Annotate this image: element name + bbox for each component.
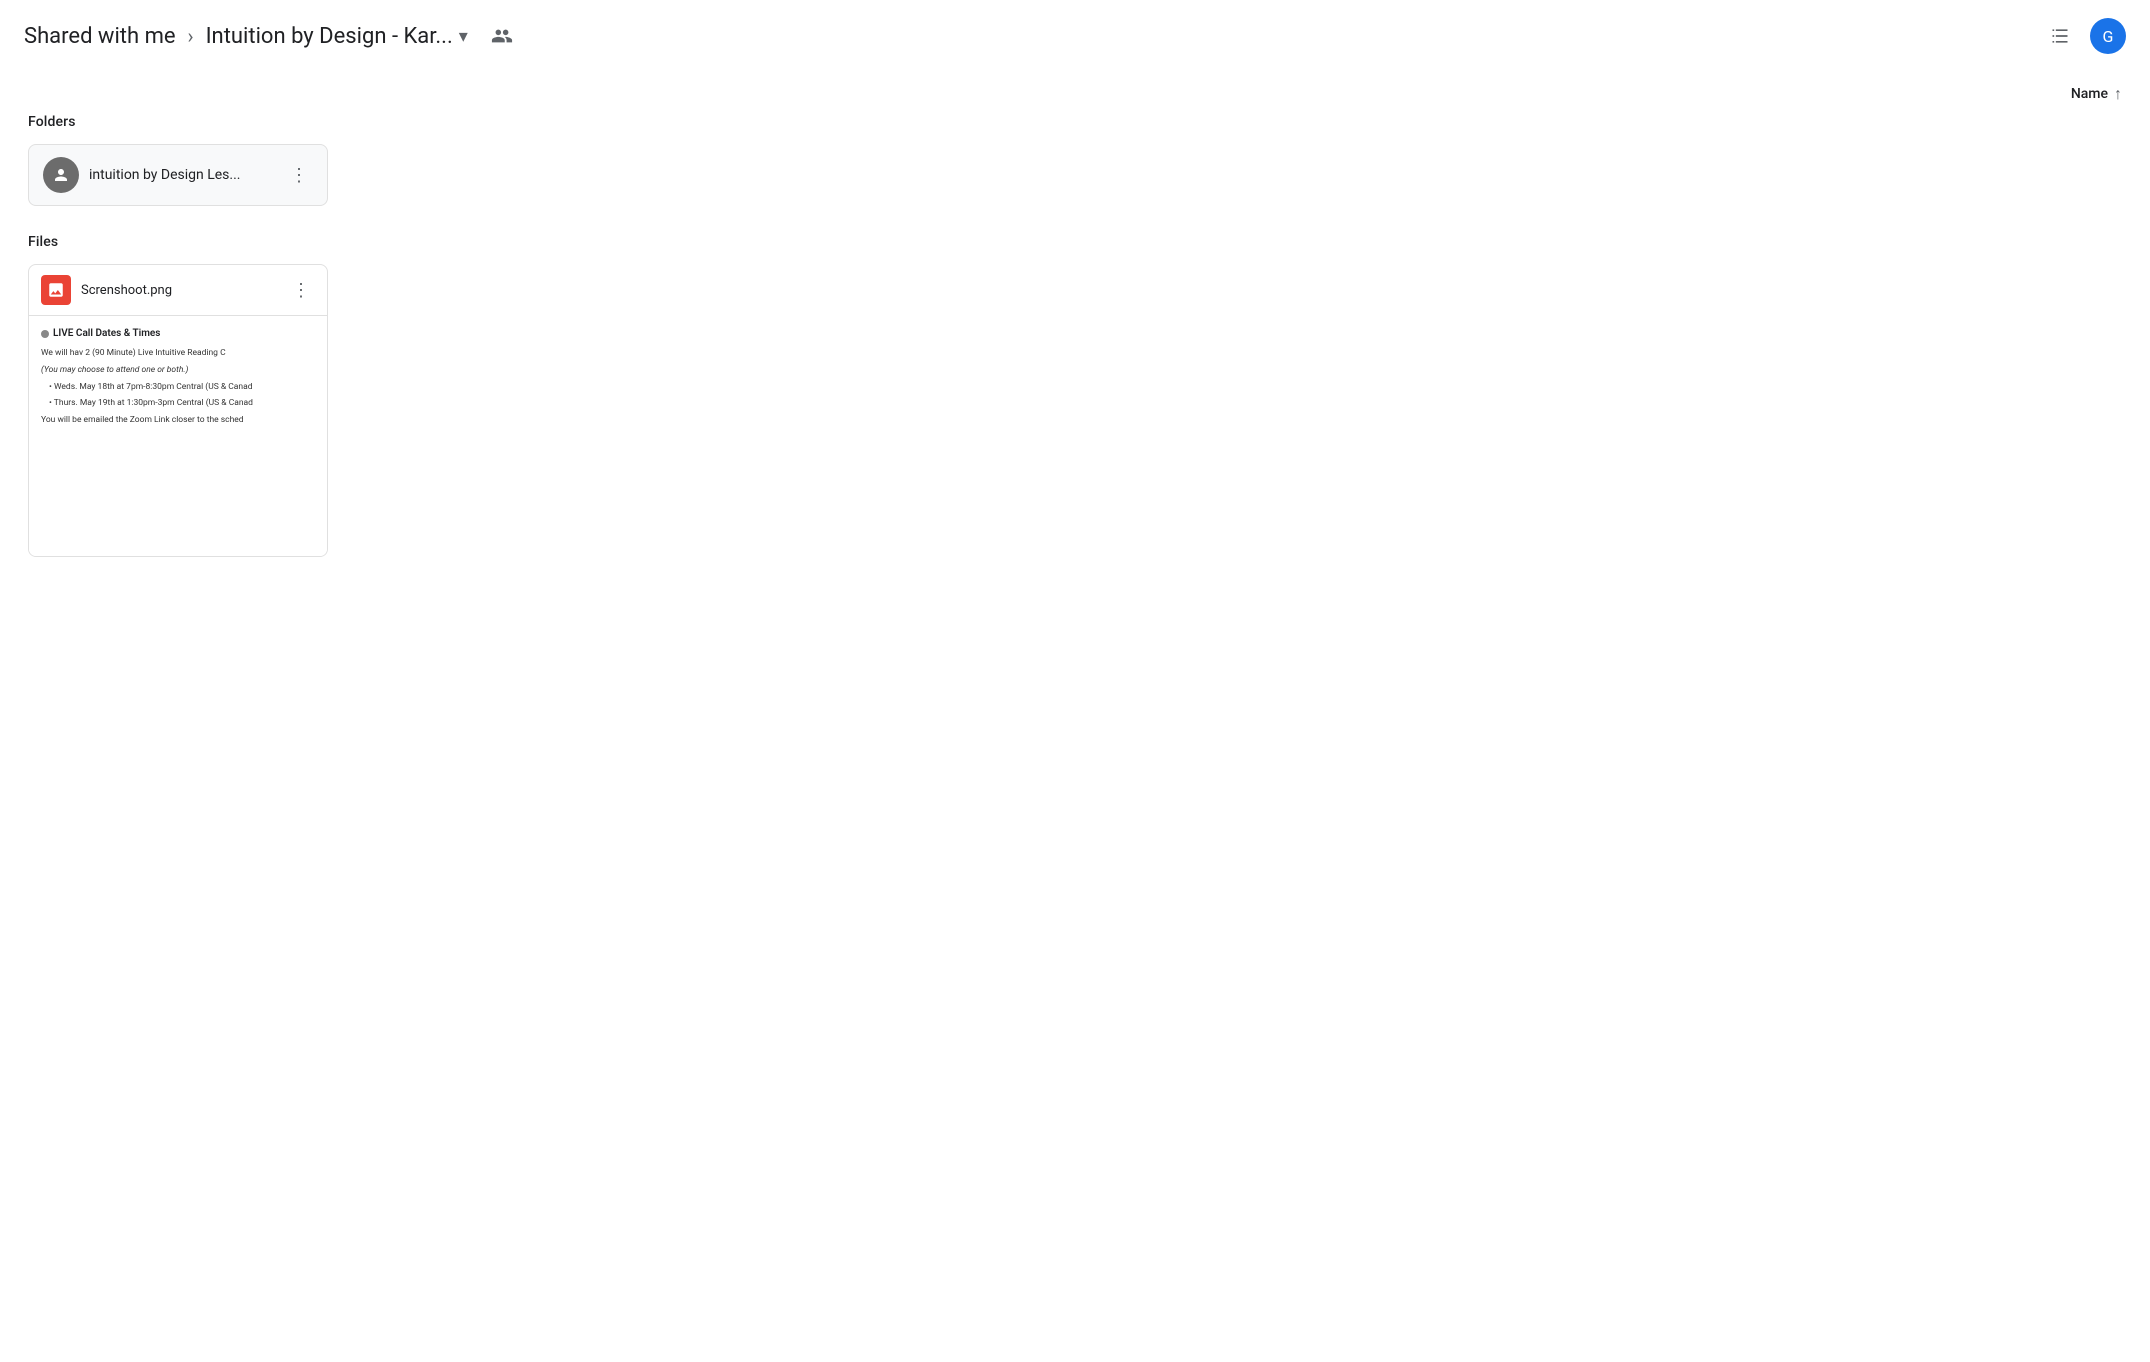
sort-by-name-label[interactable]: Name (2071, 86, 2108, 102)
thumb-line-1: We will hav 2 (90 Minute) Live Intuitive… (41, 347, 315, 360)
thumbnail-title: LIVE Call Dates & Times (41, 326, 315, 341)
file-card[interactable]: Screnshoot.png ⋮ LIVE Call Dates & Times… (28, 264, 328, 557)
files-section: Files Screnshoot.png ⋮ LIVE Call Dates &… (28, 234, 2122, 557)
thumb-line-3: • Weds. May 18th at 7pm-8:30pm Central (… (41, 381, 315, 394)
thumb-dot-icon (41, 330, 49, 338)
chevron-down-icon: ▾ (459, 26, 468, 47)
sort-arrow-icon: ↑ (2114, 84, 2122, 104)
folder-shared-avatar (43, 157, 79, 193)
thumb-line-2: (You may choose to attend one or both.) (41, 364, 315, 377)
breadcrumb-shared-with-me[interactable]: Shared with me (24, 24, 176, 49)
main-content: Name ↑ Folders intuition by Design Les..… (0, 64, 2150, 577)
folder-name: intuition by Design Les... (89, 167, 275, 183)
shared-people-icon[interactable] (484, 18, 520, 54)
folder-card[interactable]: intuition by Design Les... ⋮ (28, 144, 328, 206)
file-card-header: Screnshoot.png ⋮ (29, 265, 327, 316)
breadcrumb-current-folder[interactable]: Intuition by Design - Kar... ▾ (206, 24, 468, 49)
thumb-line-4: • Thurs. May 19th at 1:30pm-3pm Central … (41, 397, 315, 410)
header: Shared with me › Intuition by Design - K… (0, 0, 2150, 64)
file-type-icon (41, 275, 71, 305)
sort-bar: Name ↑ (28, 84, 2122, 104)
file-more-button[interactable]: ⋮ (287, 276, 315, 304)
thumb-line-5: You will be emailed the Zoom Link closer… (41, 414, 315, 427)
folders-section: Folders intuition by Design Les... ⋮ (28, 114, 2122, 206)
file-name: Screnshoot.png (81, 283, 277, 298)
breadcrumb-current-label: Intuition by Design - Kar... (206, 24, 453, 49)
account-icon[interactable]: G (2090, 18, 2126, 54)
breadcrumb-separator: › (188, 24, 194, 48)
header-right: G (2042, 18, 2126, 54)
list-view-button[interactable] (2042, 18, 2078, 54)
files-label: Files (28, 234, 2122, 250)
thumbnail-body: We will hav 2 (90 Minute) Live Intuitive… (41, 347, 315, 427)
file-thumbnail: LIVE Call Dates & Times We will hav 2 (9… (29, 316, 327, 556)
folders-label: Folders (28, 114, 2122, 130)
folder-more-button[interactable]: ⋮ (285, 161, 313, 189)
